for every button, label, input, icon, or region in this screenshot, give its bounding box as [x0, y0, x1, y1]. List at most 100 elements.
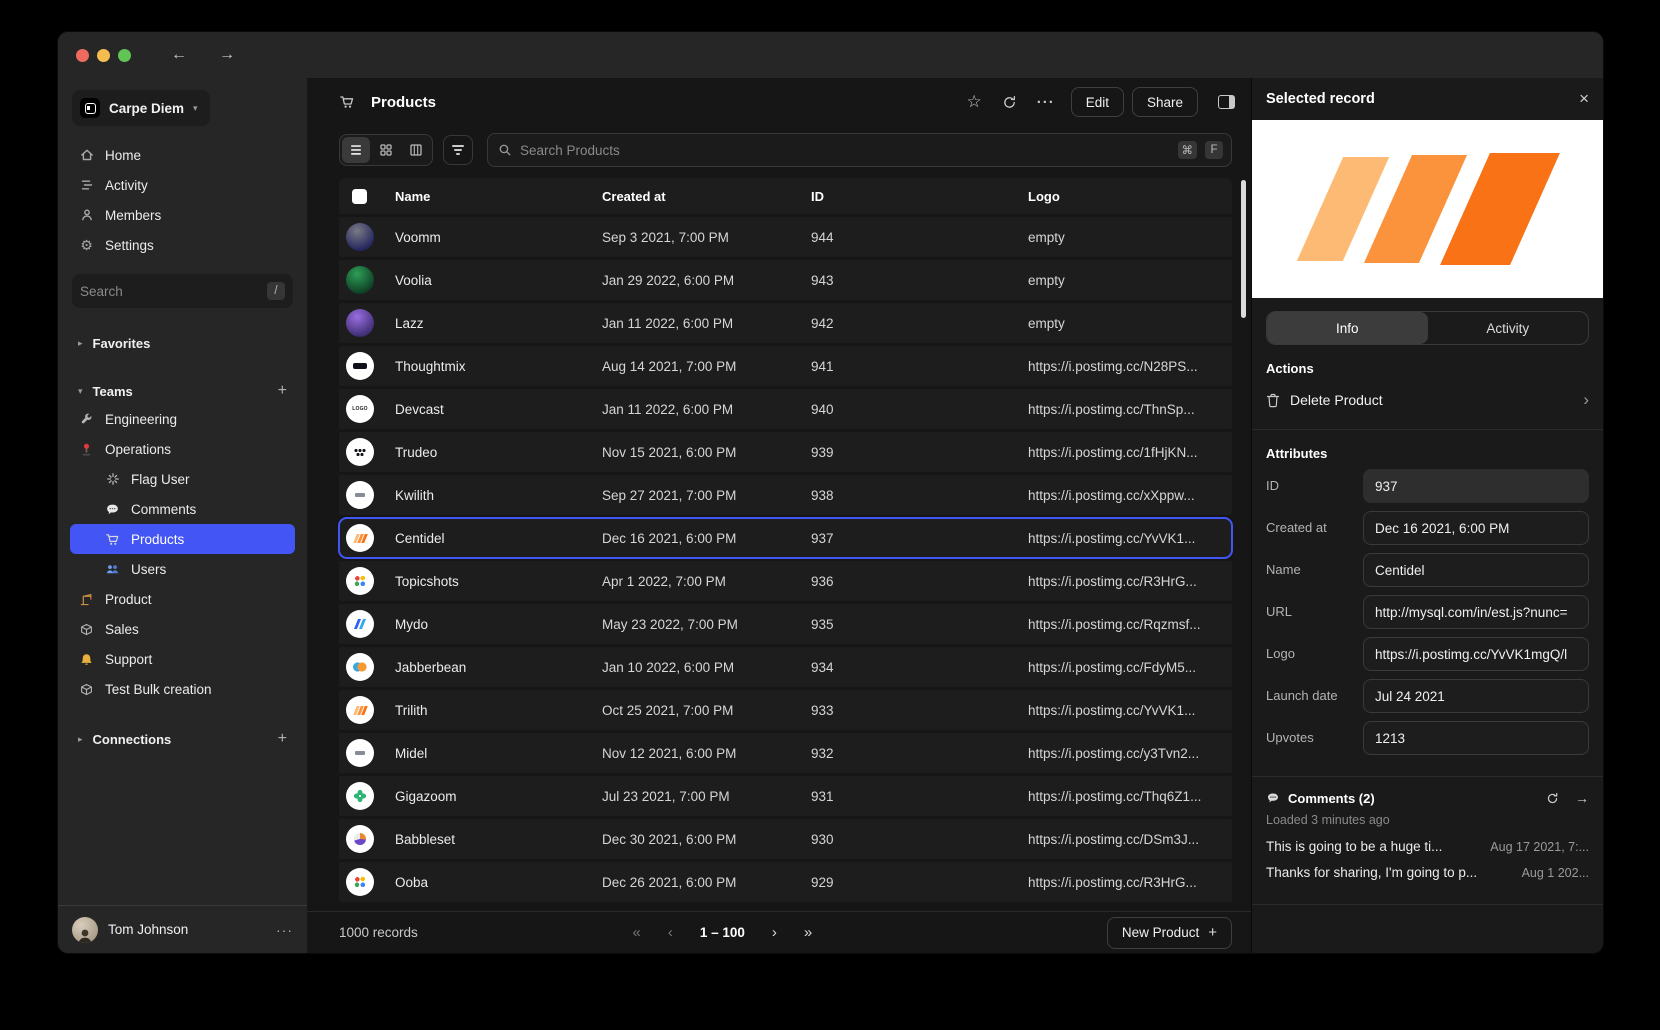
table-row[interactable]: LOGO Devcast Jan 11 2022, 6:00 PM 940 https:… — [339, 389, 1232, 429]
page-range: 1 – 100 — [699, 925, 745, 940]
sidebar-item-sales[interactable]: Sales — [70, 614, 295, 644]
delete-product-action[interactable]: Delete Product › — [1266, 384, 1589, 416]
sidebar-item-home[interactable]: Home — [70, 140, 295, 170]
attr-input-created-at[interactable] — [1363, 511, 1589, 545]
select-all-checkbox[interactable] — [352, 188, 367, 204]
history-back-icon[interactable]: ← — [171, 46, 187, 64]
sidebar-search-input[interactable] — [80, 283, 261, 299]
share-button[interactable]: Share — [1131, 87, 1198, 117]
edit-button[interactable]: Edit — [1070, 87, 1124, 117]
workspace-switcher[interactable]: Carpe Diem ▾ — [72, 90, 210, 126]
sidebar-item-engineering[interactable]: Engineering — [70, 404, 295, 434]
table-row[interactable]: Voomm Sep 3 2021, 7:00 PM 944 empty — [339, 217, 1232, 257]
attr-input-upvotes[interactable] — [1363, 721, 1589, 755]
filter-button[interactable] — [443, 135, 473, 165]
grid-view-button[interactable] — [372, 137, 400, 163]
refresh-icon[interactable] — [1002, 95, 1017, 110]
attr-input-url[interactable] — [1363, 595, 1589, 629]
section-label: Favorites — [92, 335, 151, 351]
sidebar-item-flag-user[interactable]: Flag User — [70, 464, 295, 494]
table-row[interactable]: Ooba Dec 26 2021, 6:00 PM 929 https://i.pos… — [339, 862, 1232, 902]
table-scrollbar[interactable] — [1241, 180, 1246, 318]
attr-label-launch-date: Launch date — [1266, 688, 1338, 703]
table-search-input[interactable] — [520, 142, 1170, 158]
table-row[interactable]: Thoughtmix Aug 14 2021, 7:00 PM 941 https:/… — [339, 346, 1232, 386]
table-rows: Voomm Sep 3 2021, 7:00 PM 944 empty Voolia Ja… — [338, 217, 1233, 902]
table-row-selected[interactable]: Centidel Dec 16 2021, 6:00 PM 937 https://i… — [338, 517, 1233, 559]
shopping-cart-icon — [339, 94, 355, 110]
last-page-icon[interactable]: » — [804, 924, 812, 941]
product-name-cell: Trilith — [395, 702, 428, 718]
sidebar-search[interactable]: / — [72, 274, 293, 308]
star-icon[interactable]: ☆ — [966, 92, 981, 112]
column-header-name[interactable]: Name — [395, 189, 602, 204]
open-comments-icon[interactable]: → — [1575, 790, 1589, 806]
table-row[interactable]: Topicshots Apr 1 2022, 7:00 PM 936 https://… — [339, 561, 1232, 601]
attr-input-logo[interactable] — [1363, 637, 1589, 671]
attr-input-name[interactable] — [1363, 553, 1589, 587]
table-search[interactable]: ⌘ F — [487, 133, 1232, 167]
records-count: 1000 records — [339, 925, 418, 940]
add-connection-button[interactable]: + — [278, 730, 287, 748]
attr-input-launch-date[interactable] — [1363, 679, 1589, 713]
table-row[interactable]: Trudeo Nov 15 2021, 6:00 PM 939 https://i.p… — [339, 432, 1232, 472]
column-header-created-at[interactable]: Created at — [602, 189, 811, 204]
created-at-cell: Jul 23 2021, 7:00 PM — [602, 788, 730, 804]
sidebar-item-settings[interactable]: ⚙ Settings — [70, 230, 295, 260]
close-icon[interactable]: × — [1579, 89, 1589, 109]
sidebar-item-operations[interactable]: Operations — [70, 434, 295, 464]
sidebar-item-product[interactable]: Product — [70, 584, 295, 614]
comment-date: Aug 17 2021, 7:... — [1490, 840, 1589, 854]
column-header-logo[interactable]: Logo — [1028, 189, 1232, 204]
add-team-button[interactable]: + — [278, 382, 287, 400]
created-at-cell: Jan 29 2022, 6:00 PM — [602, 272, 735, 288]
table-row[interactable]: Babbleset Dec 30 2021, 6:00 PM 930 https://… — [339, 819, 1232, 859]
list-view-button[interactable] — [342, 137, 370, 163]
table-row[interactable]: Jabberbean Jan 10 2022, 6:00 PM 934 https:/… — [339, 647, 1232, 687]
sidebar-item-support[interactable]: Support — [70, 644, 295, 674]
view-switcher — [339, 134, 433, 166]
comment-item[interactable]: This is going to be a huge ti... Aug 17 2… — [1266, 839, 1589, 854]
comment-item[interactable]: Thanks for sharing, I'm going to p... Aug… — [1266, 865, 1589, 880]
user-menu[interactable]: Tom Johnson ··· — [58, 905, 307, 953]
table-row[interactable]: Kwilith Sep 27 2021, 7:00 PM 938 https://i.… — [339, 475, 1232, 515]
next-page-icon[interactable]: › — [772, 924, 777, 941]
sidebar-item-activity[interactable]: Activity — [70, 170, 295, 200]
product-name-cell: Midel — [395, 745, 428, 761]
previous-page-icon[interactable]: ‹ — [668, 924, 673, 941]
product-name-cell: Gigazoom — [395, 788, 457, 804]
divider — [1252, 429, 1603, 430]
zoom-window-button[interactable] — [118, 48, 131, 62]
table-row[interactable]: Mydo May 23 2022, 7:00 PM 935 https://i.pos… — [339, 604, 1232, 644]
table-view-button[interactable] — [402, 137, 430, 163]
section-connections[interactable]: ▸ Connections + — [70, 726, 295, 752]
table-row[interactable]: Lazz Jan 11 2022, 6:00 PM 942 empty — [339, 303, 1232, 343]
refresh-comments-icon[interactable] — [1546, 792, 1559, 805]
comments-loaded-status: Loaded 3 minutes ago — [1266, 813, 1390, 827]
minimize-window-button[interactable] — [97, 48, 110, 62]
tab-activity[interactable]: Activity — [1428, 312, 1589, 344]
attr-input-id[interactable] — [1363, 469, 1589, 503]
new-product-button[interactable]: New Product + — [1106, 916, 1232, 949]
product-name-cell: Trudeo — [395, 444, 438, 460]
tab-info[interactable]: Info — [1267, 312, 1428, 344]
history-forward-icon[interactable]: → — [219, 46, 235, 64]
more-options-icon[interactable]: ··· — [1037, 94, 1055, 111]
sidebar-item-users[interactable]: Users — [70, 554, 295, 584]
close-window-button[interactable] — [76, 48, 89, 62]
sidebar-item-comments[interactable]: Comments — [70, 494, 295, 524]
table-row[interactable]: Trilith Oct 25 2021, 7:00 PM 933 https://i.… — [339, 690, 1232, 730]
sidebar-item-members[interactable]: Members — [70, 200, 295, 230]
sidebar-item-test-bulk-creation[interactable]: Test Bulk creation — [70, 674, 295, 704]
section-favorites[interactable]: ▸ Favorites — [70, 330, 295, 356]
first-page-icon[interactable]: « — [633, 924, 641, 941]
created-at-cell: Jan 10 2022, 6:00 PM — [602, 659, 735, 675]
table-row[interactable]: Midel Nov 12 2021, 6:00 PM 932 https://i.po… — [339, 733, 1232, 773]
table-row[interactable]: Voolia Jan 29 2022, 6:00 PM 943 empty — [339, 260, 1232, 300]
sidebar-item-products[interactable]: Products — [70, 524, 295, 554]
user-more-icon[interactable]: ··· — [276, 922, 293, 938]
toggle-panel-icon[interactable] — [1218, 95, 1235, 109]
table-row[interactable]: Gigazoom Jul 23 2021, 7:00 PM 931 https://i… — [339, 776, 1232, 816]
section-teams[interactable]: ▾ Teams + — [70, 378, 295, 404]
column-header-id[interactable]: ID — [811, 189, 1028, 204]
